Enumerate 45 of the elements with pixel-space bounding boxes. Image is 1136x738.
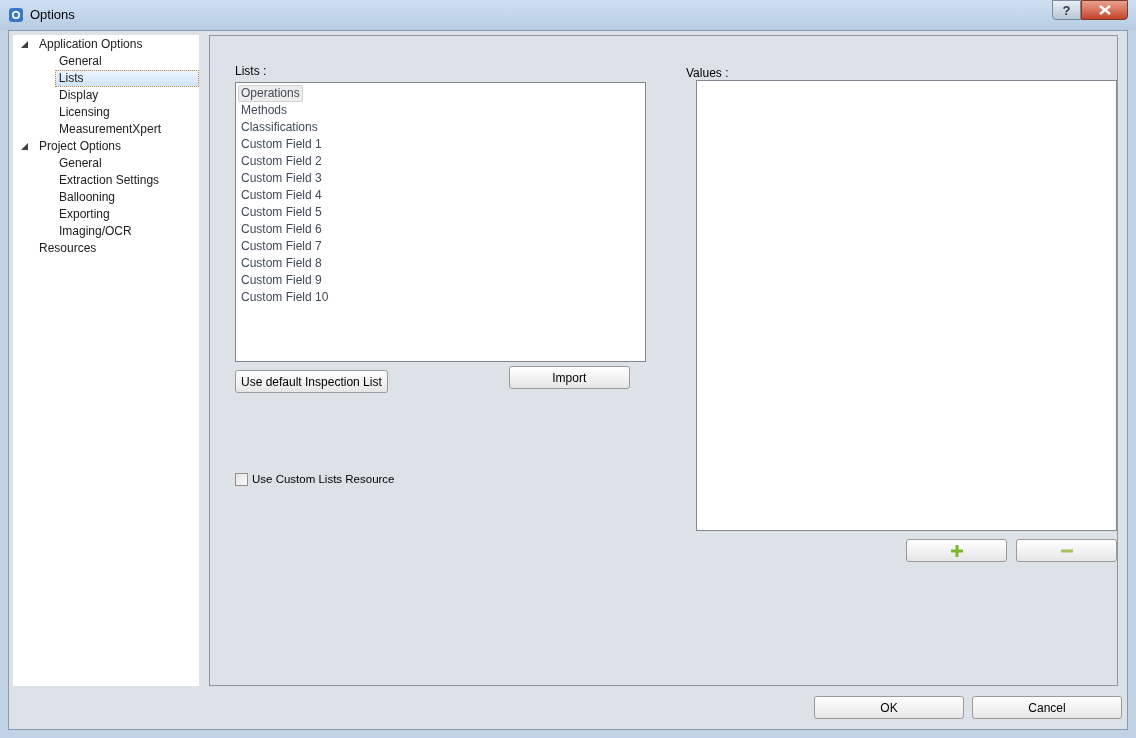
tree-item[interactable]: Licensing	[55, 104, 114, 121]
list-item[interactable]: Classifications	[238, 119, 321, 136]
help-button[interactable]: ?	[1052, 0, 1081, 20]
list-item[interactable]: Custom Field 3	[238, 170, 325, 187]
minus-icon	[1060, 548, 1073, 553]
plus-icon	[950, 544, 963, 557]
values-label: Values :	[686, 65, 730, 80]
dialog-button[interactable]: Cancel	[972, 696, 1122, 719]
tree-item[interactable]: Resources	[35, 240, 101, 257]
default-list-button[interactable]: Use default Inspection List	[235, 370, 388, 393]
list-item[interactable]: Custom Field 4	[238, 187, 325, 204]
list-item[interactable]: Custom Field 2	[238, 153, 325, 170]
list-item[interactable]: Custom Field 6	[238, 221, 325, 238]
tree-item[interactable]: Application Options	[35, 36, 147, 53]
import-button[interactable]: Import	[508, 366, 630, 389]
expanded-arrow-icon[interactable]	[20, 143, 28, 150]
tree-item[interactable]: MeasurementXpert	[55, 121, 166, 138]
tree-item[interactable]: Display	[55, 87, 103, 104]
dialog-button[interactable]: OK	[814, 696, 964, 719]
close-icon	[1098, 5, 1111, 15]
tree-item[interactable]: Imaging/OCR	[55, 223, 136, 240]
expanded-arrow-icon[interactable]	[20, 41, 28, 48]
tree-item[interactable]: General	[55, 53, 106, 70]
add-button[interactable]	[906, 539, 1007, 562]
checkbox[interactable]	[235, 473, 248, 487]
tree-item[interactable]: General	[55, 155, 106, 172]
list-item[interactable]: Operations	[238, 85, 303, 102]
tree-item[interactable]: Project Options	[35, 138, 126, 155]
tree-item[interactable]: Lists	[54, 70, 199, 87]
list-item[interactable]: Custom Field 7	[238, 238, 325, 255]
lists-listbox[interactable]: Operations Methods Classifications Custom Field 1 Custom Field 2 Custom Field 3 Custom Field 4 Custom Field 5 Custom Field 6 Custom Field 7 Custom Field 8 Custom Field 9 Custom Field 10	[235, 82, 646, 362]
tree-item[interactable]: Ballooning	[55, 189, 120, 206]
close-button[interactable]	[1081, 0, 1128, 20]
list-item[interactable]: Custom Field 5	[238, 204, 325, 221]
list-item[interactable]: Custom Field 8	[238, 255, 325, 272]
list-item[interactable]: Custom Field 1	[238, 136, 325, 153]
list-item[interactable]: Custom Field 9	[238, 272, 325, 289]
window-title: Options	[30, 6, 75, 25]
lists-label: Lists :	[235, 63, 268, 80]
tree-item[interactable]: Exporting	[55, 206, 114, 223]
list-item[interactable]: Methods	[238, 102, 291, 119]
remove-button[interactable]	[1016, 539, 1117, 562]
checkbox-label: Use Custom Lists Resource	[252, 472, 395, 487]
list-item[interactable]: Custom Field 10	[238, 289, 332, 306]
tree-item[interactable]: Extraction Settings	[55, 172, 164, 189]
